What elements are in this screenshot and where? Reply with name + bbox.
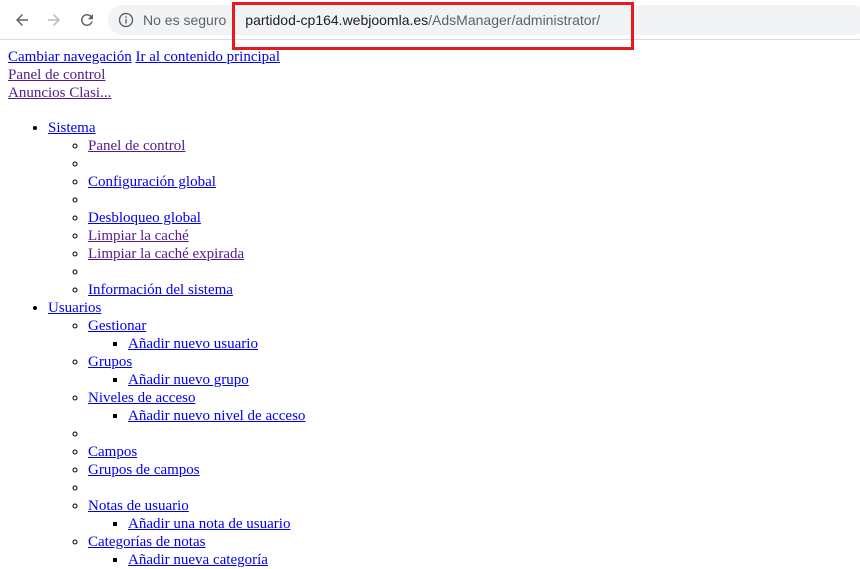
manage-submenu: Añadir nuevo usuario bbox=[88, 335, 860, 353]
info-icon[interactable] bbox=[118, 12, 134, 28]
list-item: Añadir nuevo nivel de acceso bbox=[128, 407, 860, 425]
list-item: Añadir nuevo grupo bbox=[128, 371, 860, 389]
admin-menu: Sistema Panel de control Configuración g… bbox=[8, 119, 860, 569]
menu-item-users: Usuarios Gestionar Añadir nuevo usuario … bbox=[48, 299, 860, 569]
groups-link[interactable]: Grupos bbox=[88, 354, 132, 370]
page-content: Cambiar navegación Ir al contenido princ… bbox=[8, 48, 860, 569]
fields-link[interactable]: Campos bbox=[88, 444, 137, 460]
list-item-empty bbox=[88, 479, 860, 497]
forward-button[interactable] bbox=[42, 8, 66, 32]
security-label[interactable]: No es seguro bbox=[143, 12, 226, 28]
skip-to-content-link[interactable]: Ir al contenido principal bbox=[135, 49, 280, 65]
browser-toolbar: No es seguro partidod-cp164.webjoomla.es… bbox=[0, 0, 860, 40]
arrow-left-icon bbox=[16, 14, 28, 26]
list-item: Información del sistema bbox=[88, 281, 860, 299]
list-item: Grupos de campos bbox=[88, 461, 860, 479]
back-button[interactable] bbox=[10, 8, 34, 32]
field-groups-link[interactable]: Grupos de campos bbox=[88, 462, 200, 478]
list-item: Configuración global bbox=[88, 173, 860, 191]
note-categories-submenu: Añadir nueva categoría bbox=[88, 551, 860, 569]
add-group-link[interactable]: Añadir nuevo grupo bbox=[128, 372, 249, 388]
user-notes-submenu: Añadir una nota de usuario bbox=[88, 515, 860, 533]
list-item-empty bbox=[88, 425, 860, 443]
note-categories-link[interactable]: Categorías de notas bbox=[88, 534, 205, 550]
list-item: Niveles de acceso Añadir nuevo nivel de … bbox=[88, 389, 860, 425]
add-category-link[interactable]: Añadir nueva categoría bbox=[128, 552, 268, 568]
list-item: Categorías de notas Añadir nueva categor… bbox=[88, 533, 860, 569]
control-panel-link[interactable]: Panel de control bbox=[8, 67, 105, 83]
list-item: Grupos Añadir nuevo grupo bbox=[88, 353, 860, 389]
list-item: Limpiar la caché bbox=[88, 227, 860, 245]
system-control-panel-link[interactable]: Panel de control bbox=[88, 138, 185, 154]
top-links: Cambiar navegación Ir al contenido princ… bbox=[8, 48, 860, 102]
access-levels-submenu: Añadir nuevo nivel de acceso bbox=[88, 407, 860, 425]
add-user-note-link[interactable]: Añadir una nota de usuario bbox=[128, 516, 290, 532]
system-submenu: Panel de control Configuración global De… bbox=[48, 137, 860, 299]
list-item: Notas de usuario Añadir una nota de usua… bbox=[88, 497, 860, 533]
list-item: Desbloqueo global bbox=[88, 209, 860, 227]
add-user-link[interactable]: Añadir nuevo usuario bbox=[128, 336, 258, 352]
url-path: /AdsManager/administrator/ bbox=[428, 12, 601, 28]
users-link[interactable]: Usuarios bbox=[48, 300, 101, 316]
users-submenu: Gestionar Añadir nuevo usuario Grupos Añ… bbox=[48, 317, 860, 569]
add-access-level-link[interactable]: Añadir nuevo nivel de acceso bbox=[128, 408, 305, 424]
list-item: Añadir nueva categoría bbox=[128, 551, 860, 569]
access-levels-link[interactable]: Niveles de acceso bbox=[88, 390, 195, 406]
system-link[interactable]: Sistema bbox=[48, 120, 96, 136]
list-item: Añadir nuevo usuario bbox=[128, 335, 860, 353]
user-notes-link[interactable]: Notas de usuario bbox=[88, 498, 189, 514]
separator bbox=[234, 11, 236, 29]
list-item-empty bbox=[88, 191, 860, 209]
global-config-link[interactable]: Configuración global bbox=[88, 174, 216, 190]
list-item: Añadir una nota de usuario bbox=[128, 515, 860, 533]
manage-users-link[interactable]: Gestionar bbox=[88, 318, 146, 334]
url-host: partidod-cp164.webjoomla.es bbox=[245, 12, 429, 28]
toggle-navigation-link[interactable]: Cambiar navegación bbox=[8, 49, 132, 65]
list-item-empty bbox=[88, 263, 860, 281]
classifieds-link[interactable]: Anuncios Clasi... bbox=[8, 85, 111, 101]
groups-submenu: Añadir nuevo grupo bbox=[88, 371, 860, 389]
system-info-link[interactable]: Información del sistema bbox=[88, 282, 233, 298]
clear-expired-cache-link[interactable]: Limpiar la caché expirada bbox=[88, 246, 244, 262]
list-item-empty bbox=[88, 155, 860, 173]
reload-button[interactable] bbox=[75, 8, 99, 32]
global-checkin-link[interactable]: Desbloqueo global bbox=[88, 210, 201, 226]
reload-icon bbox=[80, 13, 93, 26]
list-item: Panel de control bbox=[88, 137, 860, 155]
list-item: Limpiar la caché expirada bbox=[88, 245, 860, 263]
list-item: Gestionar Añadir nuevo usuario bbox=[88, 317, 860, 353]
list-item: Campos bbox=[88, 443, 860, 461]
clear-cache-link[interactable]: Limpiar la caché bbox=[88, 228, 189, 244]
address-bar[interactable]: No es seguro partidod-cp164.webjoomla.es… bbox=[108, 5, 860, 35]
menu-item-system: Sistema Panel de control Configuración g… bbox=[48, 119, 860, 299]
arrow-right-icon bbox=[48, 14, 60, 26]
